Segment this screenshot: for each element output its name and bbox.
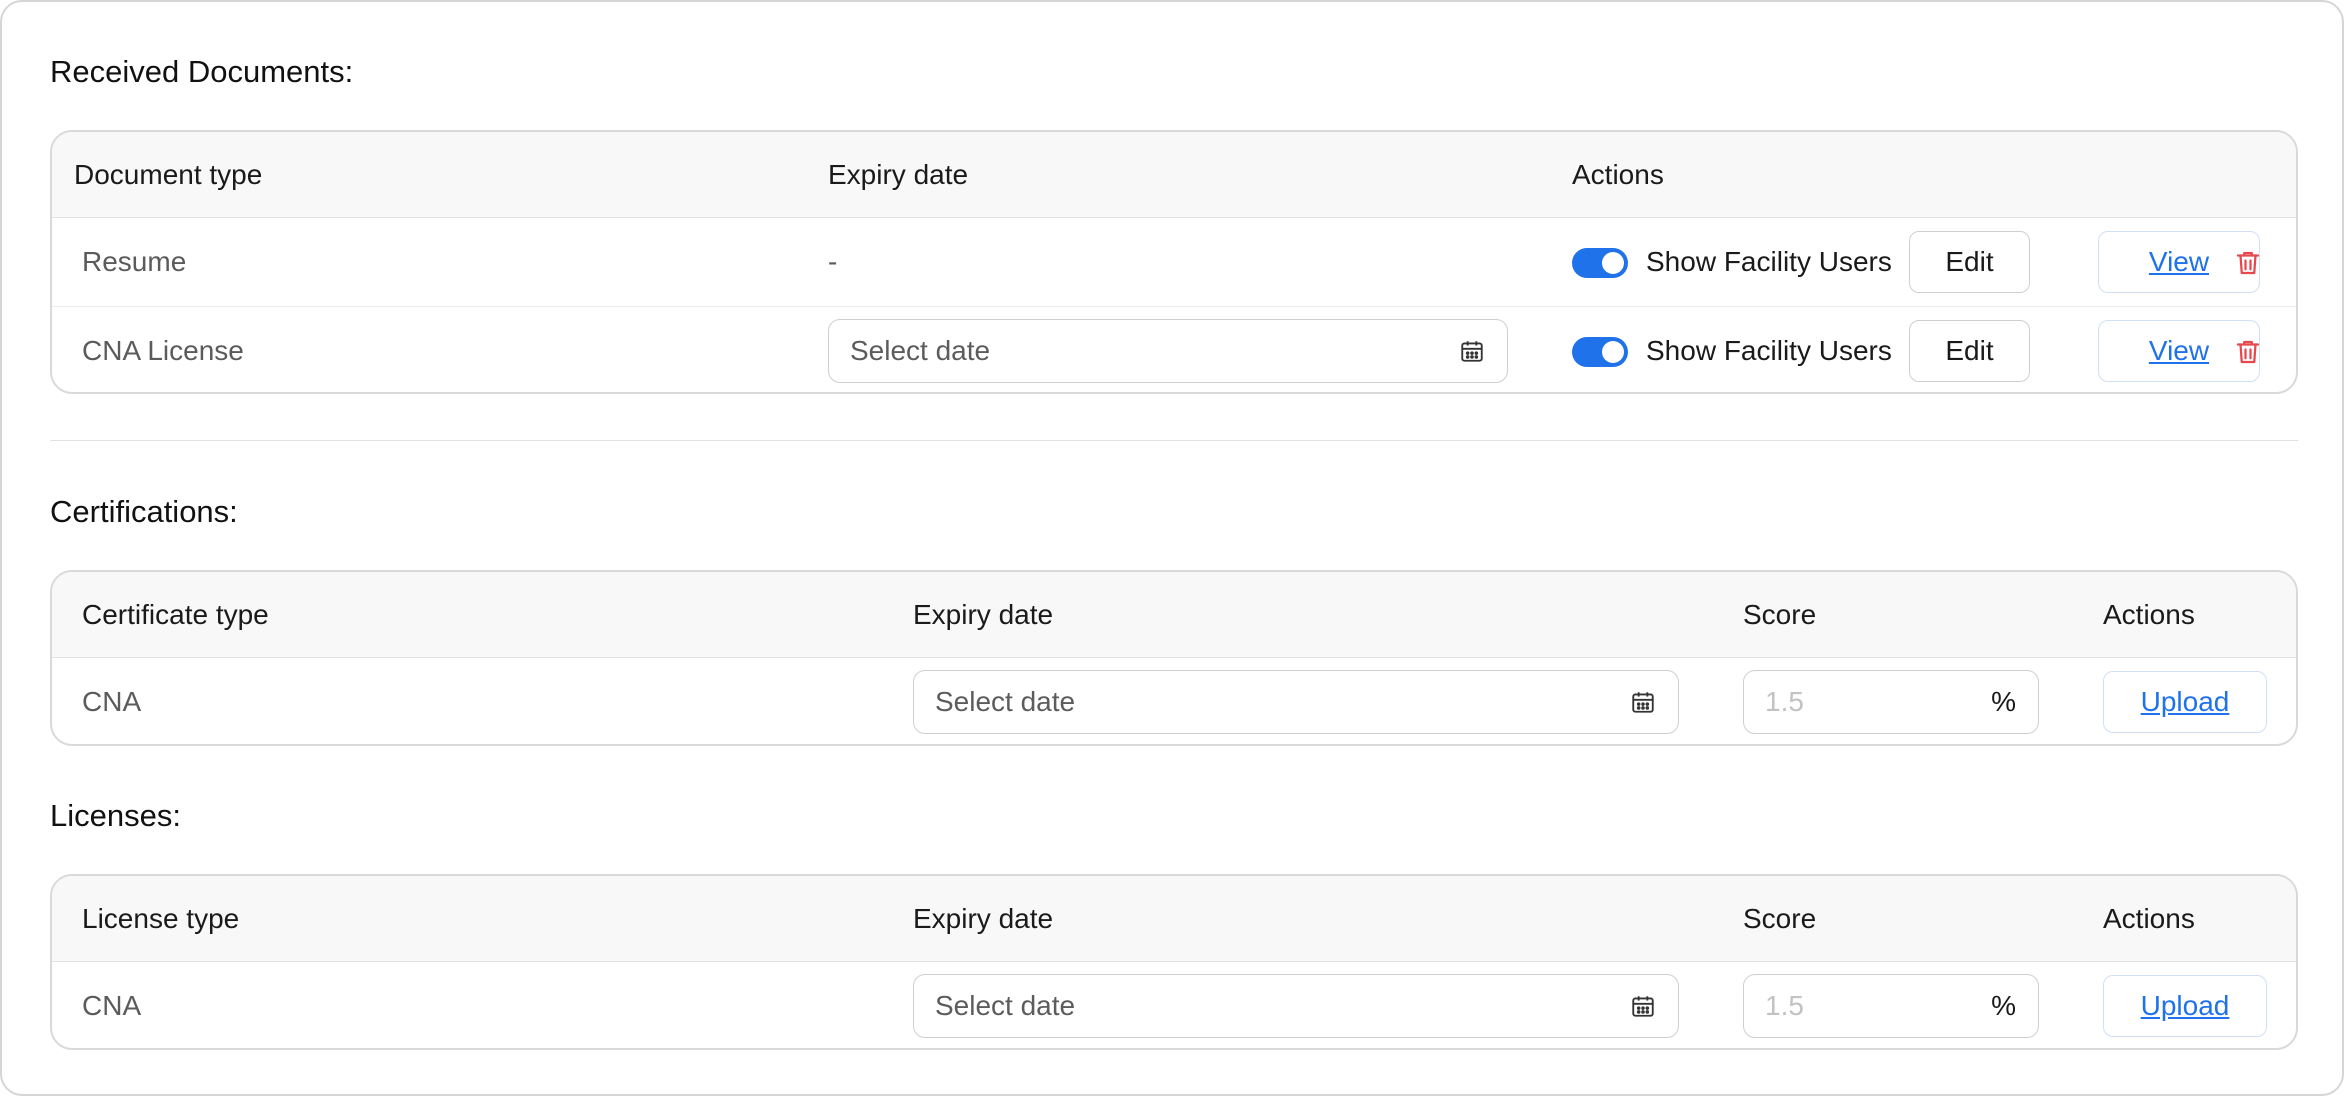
licenses-title: Licenses: — [50, 798, 181, 833]
table-row: CNA Select date 1.5 % Upload — [52, 962, 2296, 1048]
toggle-knob — [1602, 341, 1624, 363]
document-type-cell: CNA License — [82, 335, 244, 366]
column-header-document-type: Document type — [74, 159, 263, 190]
date-placeholder: Select date — [935, 990, 1076, 1021]
column-header-expiry-date: Expiry date — [913, 599, 1054, 630]
date-placeholder: Select date — [850, 335, 991, 366]
expiry-date-picker[interactable]: Select date — [913, 670, 1679, 734]
score-input[interactable]: 1.5 % — [1743, 974, 2039, 1038]
score-unit: % — [1991, 686, 2016, 717]
expiry-date-picker[interactable]: Select date — [828, 319, 1508, 383]
trash-icon[interactable] — [2233, 247, 2263, 279]
received-documents-title: Received Documents: — [50, 54, 354, 89]
show-facility-users-toggle[interactable] — [1572, 248, 1628, 278]
column-header-actions: Actions — [2103, 599, 2195, 630]
received-documents-table: Document type Expiry date Actions Resume… — [50, 130, 2298, 394]
certifications-title: Certifications: — [50, 494, 238, 529]
expiry-date-cell: - — [828, 246, 838, 277]
toggle-knob — [1602, 252, 1624, 274]
score-placeholder: 1.5 — [1765, 686, 1804, 717]
column-header-expiry-date: Expiry date — [913, 903, 1054, 934]
column-header-score: Score — [1743, 599, 1817, 630]
expiry-date-picker[interactable]: Select date — [913, 974, 1679, 1038]
show-facility-users-toggle[interactable] — [1572, 337, 1628, 367]
section-divider — [50, 440, 2298, 441]
table-header: License type Expiry date Score Actions — [52, 876, 2296, 962]
certificate-type-cell: CNA — [82, 686, 142, 717]
column-header-expiry-date: Expiry date — [828, 159, 969, 190]
table-header: Certificate type Expiry date Score Actio… — [52, 572, 2296, 658]
score-placeholder: 1.5 — [1765, 990, 1804, 1021]
licenses-table: License type Expiry date Score Actions C… — [50, 874, 2298, 1050]
score-unit: % — [1991, 990, 2016, 1021]
license-type-cell: CNA — [82, 990, 142, 1021]
table-header: Document type Expiry date Actions — [52, 132, 2296, 218]
calendar-icon — [1632, 692, 1654, 713]
trash-icon[interactable] — [2233, 336, 2263, 368]
date-placeholder: Select date — [935, 686, 1076, 717]
column-header-license-type: License type — [82, 903, 240, 934]
upload-button[interactable]: Upload — [2103, 671, 2267, 733]
table-row: CNA Select date 1.5 % Upload — [52, 658, 2296, 744]
table-row: Resume - Show Facility Users Edit View — [52, 218, 2296, 306]
column-header-certificate-type: Certificate type — [82, 599, 269, 630]
edit-button[interactable]: Edit — [1909, 320, 2030, 382]
column-header-actions: Actions — [1572, 159, 1664, 190]
show-facility-users-label: Show Facility Users — [1646, 246, 1892, 277]
calendar-icon — [1632, 996, 1654, 1017]
table-row: CNA License Select date Show Facility Us… — [52, 306, 2296, 392]
document-type-cell: Resume — [82, 246, 187, 277]
column-header-actions: Actions — [2103, 903, 2195, 934]
score-input[interactable]: 1.5 % — [1743, 670, 2039, 734]
certifications-table: Certificate type Expiry date Score Actio… — [50, 570, 2298, 746]
upload-button[interactable]: Upload — [2103, 975, 2267, 1037]
calendar-icon — [1461, 341, 1483, 362]
column-header-score: Score — [1743, 903, 1817, 934]
show-facility-users-label: Show Facility Users — [1646, 335, 1892, 366]
documents-card: Received Documents: Document type Expiry… — [0, 0, 2344, 1096]
edit-button[interactable]: Edit — [1909, 231, 2030, 293]
